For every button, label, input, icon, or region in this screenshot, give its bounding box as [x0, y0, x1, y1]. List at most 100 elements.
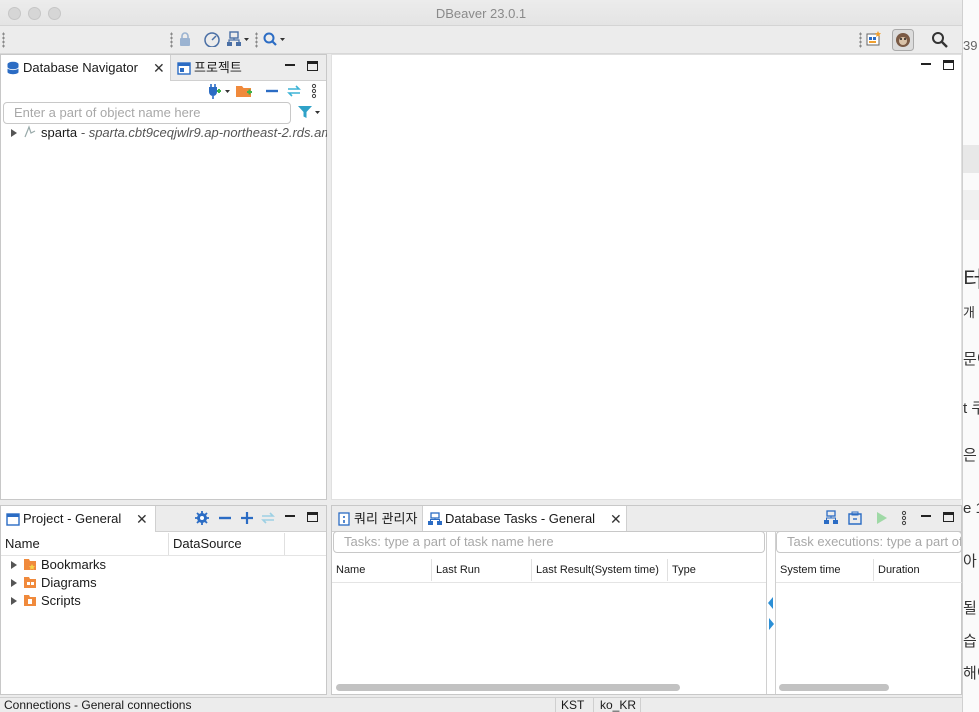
task-filter-input[interactable]: Tasks: type a part of task name here — [333, 531, 765, 553]
search-dropdown-icon[interactable] — [262, 31, 288, 49]
column-header-type[interactable]: Type — [668, 559, 766, 581]
maximize-view-icon[interactable] — [943, 512, 954, 522]
connection-name: sparta — [41, 125, 78, 140]
toolbar-grip[interactable] — [859, 32, 862, 48]
task-list-horizontal-scrollbar[interactable] — [336, 684, 680, 691]
background-text: 터 — [963, 262, 979, 294]
background-text: 39 — [963, 38, 978, 53]
task-list-border — [766, 531, 767, 694]
perspective-icon[interactable] — [866, 31, 882, 49]
toolbar-grip[interactable] — [2, 32, 5, 48]
expand-icon[interactable] — [240, 510, 254, 528]
view-menu-icon[interactable] — [901, 510, 907, 528]
expand-arrow-icon[interactable] — [11, 579, 17, 587]
create-task-icon[interactable] — [823, 510, 839, 528]
tree-item-label: Bookmarks — [41, 557, 107, 572]
execution-list-horizontal-scrollbar[interactable] — [779, 684, 889, 691]
background-text: 될 — [963, 600, 977, 617]
execution-filter-input[interactable]: Task executions: type a part of — [776, 531, 962, 553]
column-header-last-run[interactable]: Last Run — [432, 559, 532, 581]
link-with-editor-icon[interactable] — [286, 83, 302, 101]
gear-icon[interactable] — [194, 510, 210, 528]
toolbar-grip[interactable] — [170, 32, 173, 48]
title-bar: DBeaver 23.0.1 — [0, 0, 962, 26]
navigator-filter-input[interactable]: Enter a part of object name here — [3, 102, 291, 124]
close-tab-icon[interactable]: ✕ — [153, 55, 165, 81]
editor-area — [331, 54, 962, 500]
filter-placeholder: Enter a part of object name here — [14, 105, 201, 120]
column-header-system-time[interactable]: System time — [776, 559, 874, 581]
minimize-window-button[interactable] — [28, 7, 41, 20]
tab-database-navigator[interactable]: Database Navigator ✕ — [1, 55, 171, 81]
task-folder-icon[interactable] — [847, 510, 863, 528]
dashboard-icon[interactable] — [203, 31, 221, 49]
status-timezone[interactable]: KST — [561, 698, 584, 712]
background-text: 습 — [963, 633, 977, 650]
tab-project-general[interactable]: Project - General ✕ — [1, 506, 156, 532]
collapse-icon[interactable] — [218, 510, 232, 528]
dbeaver-window: DBeaver 23.0.1 Database Navigator ✕ 프로젝트… — [0, 0, 962, 712]
expand-arrow-icon[interactable] — [11, 597, 17, 605]
column-header-last-result[interactable]: Last Result(System time) — [532, 559, 668, 581]
filter-placeholder: Tasks: type a part of task name here — [344, 534, 554, 549]
bookmark-folder-icon — [24, 559, 36, 570]
run-task-icon[interactable] — [875, 510, 889, 528]
lock-icon[interactable] — [178, 31, 192, 49]
column-header-datasource[interactable]: DataSource — [169, 533, 285, 555]
tab-label: 쿼리 관리자 — [354, 511, 418, 526]
maximize-view-icon[interactable] — [307, 512, 318, 522]
tab-label: 프로젝트 — [194, 60, 242, 75]
toolbar-grip[interactable] — [255, 32, 258, 48]
dbeaver-perspective-icon[interactable] — [892, 29, 914, 51]
maximize-view-icon[interactable] — [307, 61, 318, 71]
minimize-view-icon[interactable] — [285, 515, 295, 517]
link-icon[interactable] — [260, 510, 276, 528]
background-band — [963, 145, 979, 173]
status-locale[interactable]: ko_KR — [600, 698, 636, 712]
exec-list-border — [775, 531, 776, 694]
close-window-button[interactable] — [8, 7, 21, 20]
background-text: 문이 — [963, 351, 979, 368]
tab-query-manager[interactable]: 쿼리 관리자 — [332, 506, 422, 532]
database-icon — [7, 61, 19, 75]
collapse-right-icon[interactable] — [767, 617, 775, 631]
filter-icon[interactable] — [297, 104, 323, 122]
expand-arrow-icon[interactable] — [11, 129, 17, 137]
tree-item-diagrams[interactable]: Diagrams — [11, 574, 97, 592]
close-tab-icon[interactable]: ✕ — [136, 506, 148, 532]
tab-label: Project - General — [23, 511, 122, 526]
collapse-all-icon[interactable] — [265, 83, 279, 101]
query-manager-icon — [338, 512, 350, 526]
minimize-editor-icon[interactable] — [921, 63, 931, 65]
status-separator — [555, 698, 556, 712]
column-header-name[interactable]: Name — [1, 533, 169, 555]
network-icon[interactable] — [227, 31, 249, 49]
tab-database-tasks[interactable]: Database Tasks - General ✕ — [422, 506, 627, 532]
new-connection-icon[interactable] — [206, 83, 232, 101]
collapse-left-icon[interactable] — [767, 596, 775, 610]
status-bar: Connections - General connections KST ko… — [0, 697, 962, 712]
project-icon — [6, 513, 20, 526]
global-search-icon[interactable] — [931, 31, 949, 49]
maximize-editor-icon[interactable] — [943, 60, 954, 70]
minimize-view-icon[interactable] — [921, 515, 931, 517]
tab-projects[interactable]: 프로젝트 — [172, 55, 272, 81]
tree-item-scripts[interactable]: Scripts — [11, 592, 81, 610]
database-navigator-panel: Database Navigator ✕ 프로젝트 Enter a part o… — [0, 54, 412, 500]
view-menu-icon[interactable] — [311, 83, 317, 101]
diagram-folder-icon — [24, 577, 36, 588]
background-text: e 1 — [963, 500, 979, 517]
background-text: t 쿠 — [963, 400, 979, 417]
close-tab-icon[interactable]: ✕ — [610, 506, 622, 532]
minimize-view-icon[interactable] — [285, 64, 295, 66]
column-header-duration[interactable]: Duration — [874, 559, 962, 581]
status-connections: Connections - General connections — [4, 698, 192, 712]
zoom-window-button[interactable] — [48, 7, 61, 20]
background-text: 해이 — [963, 665, 979, 682]
filter-placeholder: Task executions: type a part of — [787, 534, 962, 549]
main-toolbar — [0, 26, 962, 54]
tree-item-bookmarks[interactable]: Bookmarks — [11, 556, 106, 574]
column-header-task-name[interactable]: Name — [332, 559, 432, 581]
expand-arrow-icon[interactable] — [11, 561, 17, 569]
new-folder-icon[interactable] — [235, 83, 253, 101]
